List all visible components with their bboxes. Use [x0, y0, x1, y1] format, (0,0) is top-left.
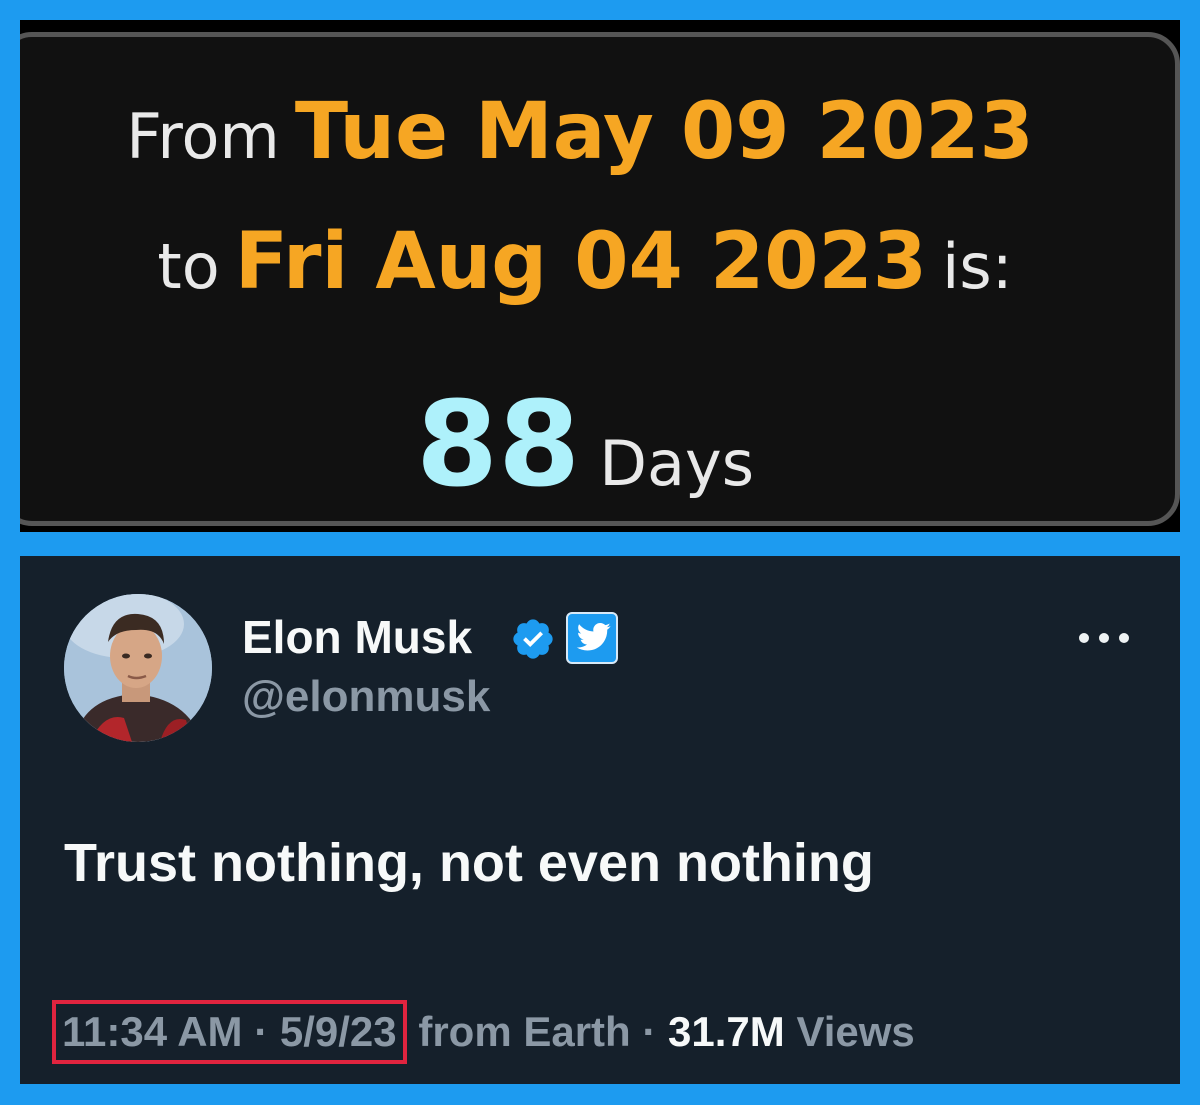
twitter-badge-icon[interactable]	[566, 612, 618, 664]
to-word: to	[157, 230, 220, 303]
tweet-text: Trust nothing, not even nothing	[64, 833, 874, 893]
author-name[interactable]: Elon Musk	[242, 610, 472, 664]
day-count-unit: Days	[599, 427, 755, 500]
to-line: to Fri Aug 04 2023 is:	[20, 217, 1165, 307]
highlighted-timestamp[interactable]: 11:34 AM · 5/9/23	[52, 1000, 407, 1064]
twitter-bird-icon	[576, 622, 611, 651]
tweet-meta-row: 11:34 AM · 5/9/23 from Earth · 31.7M Vie…	[52, 1000, 915, 1064]
tweet-time: 11:34 AM	[62, 1008, 243, 1055]
is-word: is:	[942, 230, 1013, 303]
tweet-date: 5/9/23	[279, 1008, 397, 1055]
tweet-source: from Earth	[418, 1008, 631, 1055]
avatar[interactable]	[64, 594, 212, 742]
from-line: From Tue May 09 2023	[20, 87, 1165, 177]
views-label: Views	[796, 1008, 915, 1055]
avatar-portrait-image	[64, 594, 212, 742]
start-date: Tue May 09 2023	[294, 87, 1034, 177]
more-options-icon[interactable]	[1074, 626, 1134, 650]
date-calculator-card: From Tue May 09 2023 to Fri Aug 04 2023 …	[20, 32, 1180, 526]
day-count-result: 88 Days	[20, 375, 1165, 513]
meta-separator: ·	[254, 1008, 269, 1055]
author-handle[interactable]: @elonmusk	[242, 672, 490, 722]
day-count-number: 88	[415, 375, 581, 513]
date-calculator-panel: From Tue May 09 2023 to Fri Aug 04 2023 …	[20, 20, 1180, 532]
meta-separator: ·	[642, 1008, 657, 1055]
views-count[interactable]: 31.7M	[668, 1008, 785, 1055]
from-word: From	[126, 100, 280, 173]
end-date: Fri Aug 04 2023	[234, 217, 928, 307]
verified-icon[interactable]	[510, 616, 556, 662]
tweet-card: Elon Musk @elonmusk Trust nothing, not e…	[20, 556, 1180, 1084]
